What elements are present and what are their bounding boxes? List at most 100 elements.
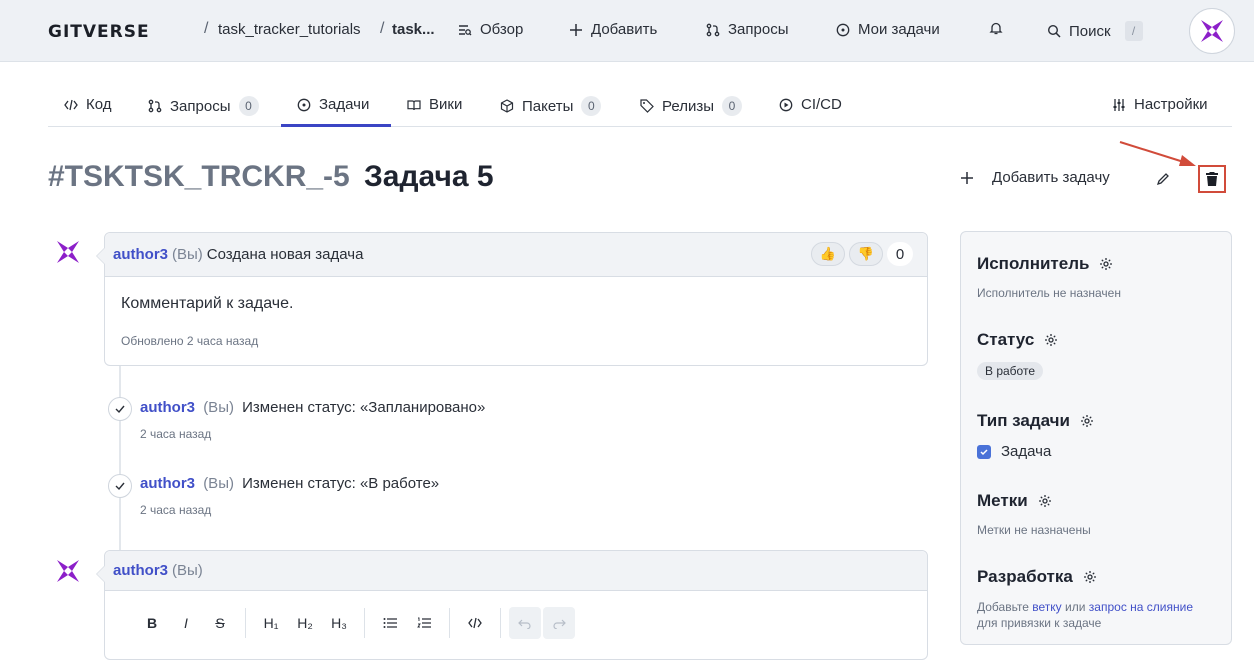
edit-button[interactable] xyxy=(1153,169,1173,189)
tab-cicd[interactable]: CI/CD xyxy=(779,96,842,113)
logo[interactable]: GITVERSE xyxy=(48,22,150,42)
trash-icon xyxy=(1206,172,1218,186)
editor-header: author3 (Вы) xyxy=(96,551,927,591)
dev-or: или xyxy=(1065,600,1086,614)
tab-releases-count: 0 xyxy=(721,96,742,116)
event-check xyxy=(108,474,132,498)
issue-id: #TSKTSK_TRCKR_-5 xyxy=(48,160,350,193)
assignee-section: Исполнитель Исполнитель не назначен xyxy=(977,254,1121,300)
assignee-title: Исполнитель xyxy=(977,254,1090,273)
nav-requests[interactable]: Запросы xyxy=(706,21,789,38)
gear-icon[interactable] xyxy=(1083,570,1097,584)
delete-button[interactable] xyxy=(1198,165,1226,193)
breadcrumb-separator: / xyxy=(380,20,385,37)
editor-pointer xyxy=(96,565,105,583)
repo-tabs: Код Запросы 0 Задачи Вики Пакеты 0 Релиз… xyxy=(48,86,1232,127)
numbered-list-icon xyxy=(417,617,431,628)
tab-cicd-label: CI/CD xyxy=(801,96,842,113)
gear-icon[interactable] xyxy=(1044,333,1058,347)
tab-settings[interactable]: Настройки xyxy=(1112,96,1208,113)
tab-releases[interactable]: Релизы 0 xyxy=(640,96,742,116)
page-title: Задача 5 xyxy=(364,160,494,193)
reaction-count: 0 xyxy=(887,242,913,266)
editor-author[interactable]: author3 xyxy=(113,562,168,579)
event-action: Изменен статус: «В работе» xyxy=(242,475,440,492)
tab-code-label: Код xyxy=(86,96,112,113)
editor-avatar[interactable] xyxy=(54,557,82,585)
tab-wiki-label: Вики xyxy=(429,96,463,113)
numbered-list-button[interactable] xyxy=(407,607,441,639)
breadcrumb-repo[interactable]: task... xyxy=(392,21,435,38)
toolbar-divider xyxy=(364,608,365,638)
dev-mr-link[interactable]: запрос на слияние xyxy=(1089,600,1193,614)
toolbar-divider xyxy=(449,608,450,638)
comment-author[interactable]: author3 xyxy=(113,246,168,263)
nav-my-tasks[interactable]: Мои задачи xyxy=(836,21,940,38)
gear-icon[interactable] xyxy=(1038,494,1052,508)
editor-toolbar: B I S H₁ H₂ H₃ xyxy=(135,607,577,639)
dev-branch-link[interactable]: ветку xyxy=(1032,600,1061,614)
search-button[interactable]: Поиск / xyxy=(1047,21,1143,41)
tab-code[interactable]: Код xyxy=(64,96,112,113)
redo-button[interactable] xyxy=(543,607,575,639)
event-item: author3 (Вы) Изменен статус: «Запланиров… xyxy=(140,399,485,416)
reactions: 👍 👎 0 xyxy=(811,242,913,266)
code-icon xyxy=(468,617,482,629)
notifications-button[interactable] xyxy=(989,21,1003,35)
nav-overview-label: Обзор xyxy=(480,21,524,38)
tab-requests-count: 0 xyxy=(238,96,259,116)
heading3-button[interactable]: H₃ xyxy=(322,607,356,639)
check-icon xyxy=(115,482,125,491)
comment-updated: Обновлено 2 часа назад xyxy=(121,334,259,348)
italic-button[interactable]: I xyxy=(169,607,203,639)
tab-wiki[interactable]: Вики xyxy=(407,96,462,113)
nav-add[interactable]: Добавить xyxy=(569,21,657,38)
type-checkbox[interactable] xyxy=(977,444,991,459)
tab-issues-label: Задачи xyxy=(319,96,370,113)
status-section: Статус В работе xyxy=(977,330,1058,380)
active-tab-indicator xyxy=(281,124,391,127)
gear-icon[interactable] xyxy=(1080,414,1094,428)
event-author[interactable]: author3 xyxy=(140,475,195,492)
tab-requests-label: Запросы xyxy=(170,97,231,115)
bold-button[interactable]: B xyxy=(135,607,169,639)
user-avatar[interactable] xyxy=(1189,8,1235,54)
thumbs-up-button[interactable]: 👍 xyxy=(811,242,845,266)
bullet-list-button[interactable] xyxy=(373,607,407,639)
breadcrumb-owner[interactable]: task_tracker_tutorials xyxy=(218,21,361,38)
labels-value: Метки не назначены xyxy=(977,523,1091,537)
search-label: Поиск xyxy=(1069,22,1111,40)
thumbs-down-icon: 👎 xyxy=(857,246,875,261)
code-button[interactable] xyxy=(458,607,492,639)
pull-request-icon xyxy=(148,99,162,113)
event-author[interactable]: author3 xyxy=(140,399,195,416)
thumbs-down-button[interactable]: 👎 xyxy=(849,242,883,266)
nav-overview[interactable]: Обзор xyxy=(458,21,523,38)
event-you: (Вы) xyxy=(203,399,234,416)
event-item: author3 (Вы) Изменен статус: «В работе» xyxy=(140,475,439,492)
tab-packages-label: Пакеты xyxy=(522,97,574,115)
comment-avatar[interactable] xyxy=(54,238,82,266)
heading2-button[interactable]: H₂ xyxy=(288,607,322,639)
gear-icon[interactable] xyxy=(1099,257,1113,271)
undo-button[interactable] xyxy=(509,607,541,639)
heading1-button[interactable]: H₁ xyxy=(254,607,288,639)
add-task-button[interactable]: Добавить задачу xyxy=(960,169,1110,186)
comment-action: Создана новая задача xyxy=(206,246,364,263)
breadcrumb-separator: / xyxy=(204,20,209,37)
dev-prefix: Добавьте xyxy=(977,600,1029,614)
search-icon xyxy=(1047,24,1061,38)
tag-icon xyxy=(640,99,654,113)
tab-packages[interactable]: Пакеты 0 xyxy=(500,96,602,116)
undo-icon xyxy=(518,619,531,629)
strike-button[interactable]: S xyxy=(203,607,237,639)
tab-issues[interactable]: Задачи xyxy=(297,96,369,113)
check-icon xyxy=(980,448,988,455)
dev-section: Разработка Добавьте ветку или запрос на … xyxy=(977,567,1193,631)
dev-hint: Добавьте ветку или запрос на слияние для… xyxy=(977,599,1193,631)
nav-requests-label: Запросы xyxy=(728,21,789,38)
dev-suffix: для привязки к задаче xyxy=(977,616,1102,630)
play-icon xyxy=(779,98,793,111)
tab-requests[interactable]: Запросы 0 xyxy=(148,96,259,116)
toolbar-divider xyxy=(500,608,501,638)
